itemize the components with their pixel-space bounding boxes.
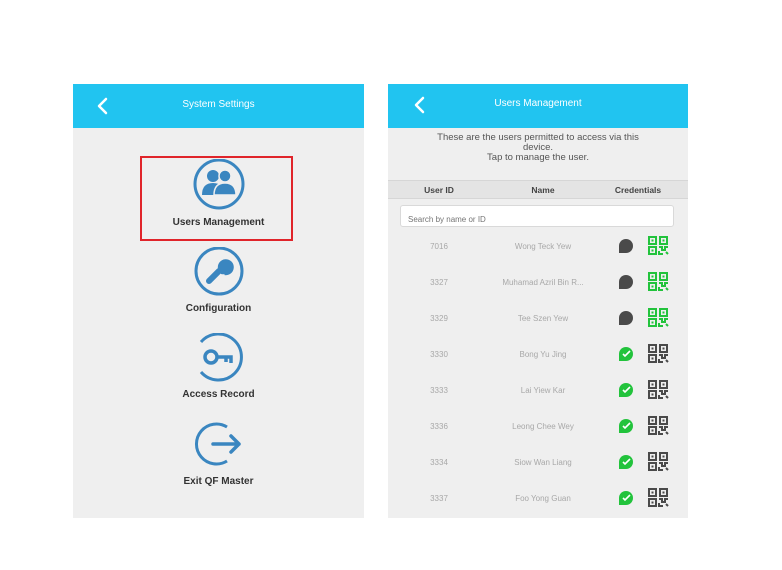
page-title: Users Management [494, 98, 582, 109]
user-name-cell: Foo Yong Guan [515, 494, 571, 503]
qr-credential-icon [648, 380, 669, 399]
user-id-cell: 3329 [430, 314, 448, 323]
face-credential-icon [619, 455, 633, 469]
user-name-cell: Muhamad Azril Bin R... [502, 278, 584, 287]
intro-text: These are the users permitted to access … [388, 133, 688, 163]
face-credential-icon [619, 311, 633, 325]
menu-label-exit-qf-master: Exit QF Master [183, 476, 254, 487]
exit-qf-master-button[interactable]: Exit QF Master [73, 420, 364, 487]
qr-credential-icon [648, 236, 669, 255]
app-bar: Users Management [388, 84, 688, 128]
user-name-cell: Tee Szen Yew [517, 314, 569, 323]
user-id-cell: 3327 [430, 278, 448, 287]
user-name-cell: Leong Chee Wey [512, 422, 574, 431]
qr-credential-icon [648, 488, 669, 507]
table-row[interactable]: 7016 Wong Teck Yew [388, 228, 688, 264]
user-id-cell: 3330 [430, 350, 448, 359]
table-row[interactable]: 3337 Foo Yong Guan [388, 480, 688, 516]
table-row[interactable]: 3327 Muhamad Azril Bin R... [388, 264, 688, 300]
users-management-screen: Users Management These are the users per… [388, 84, 688, 518]
user-name-cell: Siow Wan Liang [514, 458, 572, 467]
table-row[interactable]: 3333 Lai Yiew Kar [388, 372, 688, 408]
face-credential-icon [619, 239, 633, 253]
table-row[interactable]: 3329 Tee Szen Yew [388, 300, 688, 336]
column-header-name: Name [531, 185, 555, 195]
table-row[interactable]: 3330 Bong Yu Jing [388, 336, 688, 372]
search-input[interactable] [400, 205, 674, 227]
qr-credential-icon [648, 416, 669, 435]
user-id-cell: 3333 [430, 386, 448, 395]
wrench-icon [194, 247, 243, 296]
highlight-box [140, 156, 293, 241]
column-header-credentials: Credentials [614, 185, 662, 195]
system-settings-screen: System Settings Users Management Configu… [73, 84, 364, 518]
qr-credential-icon [648, 308, 669, 327]
exit-arrow-icon [194, 422, 241, 466]
qr-credential-icon [648, 272, 669, 291]
table-header: User ID Name Credentials [388, 180, 688, 199]
user-name-cell: Lai Yiew Kar [520, 386, 566, 395]
intro-line-3: Tap to manage the user. [487, 152, 589, 163]
face-credential-icon [619, 419, 633, 433]
app-bar: System Settings [73, 84, 364, 128]
qr-credential-icon [648, 344, 669, 363]
user-id-cell: 3336 [430, 422, 448, 431]
user-name-cell: Bong Yu Jing [519, 350, 567, 359]
face-credential-icon [619, 275, 633, 289]
configuration-button[interactable]: Configuration [73, 247, 364, 314]
user-name-cell: Wong Teck Yew [514, 242, 572, 251]
qr-credential-icon [648, 452, 669, 471]
table-row[interactable]: 3334 Siow Wan Liang [388, 444, 688, 480]
face-credential-icon [619, 347, 633, 361]
face-credential-icon [619, 491, 633, 505]
menu-label-configuration: Configuration [185, 303, 252, 314]
access-record-button[interactable]: Access Record [73, 333, 364, 400]
page-title: System Settings [182, 99, 255, 110]
column-header-user-id: User ID [424, 185, 454, 195]
menu-label-access-record: Access Record [182, 389, 255, 400]
face-credential-icon [619, 383, 633, 397]
user-id-cell: 7016 [430, 242, 448, 251]
user-id-cell: 3337 [430, 494, 448, 503]
key-icon [199, 333, 243, 382]
user-id-cell: 3334 [430, 458, 448, 467]
table-row[interactable]: 3336 Leong Chee Wey [388, 408, 688, 444]
